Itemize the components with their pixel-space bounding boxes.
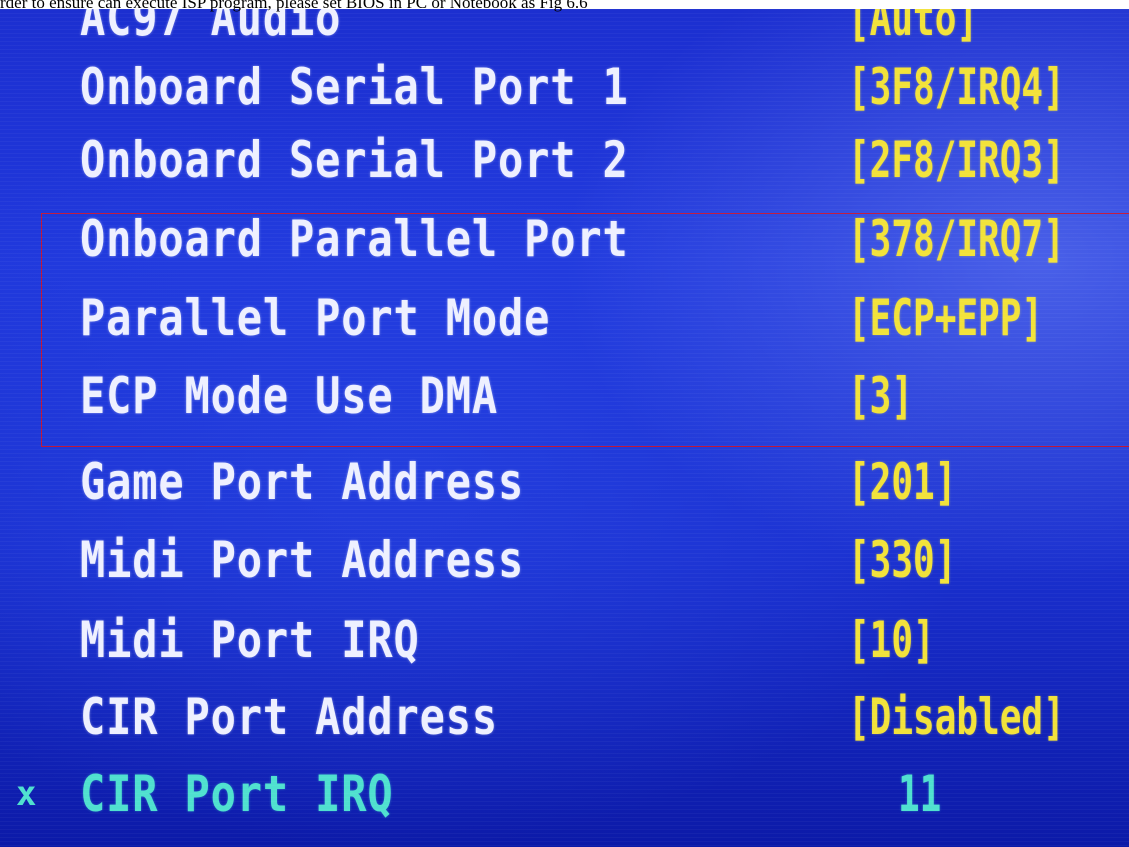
setting-row-ac97-audio[interactable]: AC97 Audio [Auto] [0, 9, 1129, 53]
setting-label: Onboard Serial Port 1 [80, 58, 629, 116]
figure-caption: rder to ensure can execute ISP program, … [0, 0, 588, 12]
setting-row-onboard-parallel-port[interactable]: Onboard Parallel Port [378/IRQ7] [0, 204, 1129, 274]
setting-value[interactable]: [Auto] [848, 9, 978, 53]
setting-label: Onboard Serial Port 2 [80, 131, 629, 189]
setting-row-midi-port-address[interactable]: Midi Port Address [330] [0, 525, 1129, 595]
setting-label: Onboard Parallel Port [80, 210, 629, 268]
setting-value[interactable]: [3F8/IRQ4] [848, 52, 1065, 122]
setting-label: Game Port Address [80, 453, 525, 511]
setting-value[interactable]: [10] [848, 605, 935, 675]
disabled-x-icon: x [16, 774, 37, 814]
setting-label: AC97 Audio [80, 9, 342, 47]
setting-row-parallel-port-mode[interactable]: Parallel Port Mode [ECP+EPP] [0, 283, 1129, 353]
setting-label: ECP Mode Use DMA [80, 367, 499, 425]
setting-value[interactable]: [ECP+EPP] [848, 283, 1043, 353]
setting-row-game-port-address[interactable]: Game Port Address [201] [0, 447, 1129, 517]
setting-row-onboard-serial-port-2[interactable]: Onboard Serial Port 2 [2F8/IRQ3] [0, 125, 1129, 195]
setting-label: Parallel Port Mode [80, 289, 551, 347]
setting-row-cir-port-address[interactable]: CIR Port Address [Disabled] [0, 682, 1129, 752]
setting-value[interactable]: [3] [848, 361, 913, 431]
setting-value[interactable]: [330] [848, 525, 956, 595]
setting-label: CIR Port IRQ [80, 765, 394, 823]
setting-value[interactable]: [2F8/IRQ3] [848, 125, 1065, 195]
setting-row-onboard-serial-port-1[interactable]: Onboard Serial Port 1 [3F8/IRQ4] [0, 52, 1129, 122]
setting-row-cir-port-irq: x CIR Port IRQ 11 [0, 759, 1129, 829]
setting-row-midi-port-irq[interactable]: Midi Port IRQ [10] [0, 605, 1129, 675]
bios-screen: AC97 Audio [Auto] Onboard Serial Port 1 … [0, 9, 1129, 847]
setting-label: CIR Port Address [80, 688, 499, 746]
setting-row-ecp-mode-use-dma[interactable]: ECP Mode Use DMA [3] [0, 361, 1129, 431]
setting-value: 11 [898, 765, 942, 823]
setting-value[interactable]: [201] [848, 447, 956, 517]
setting-value[interactable]: [Disabled] [848, 682, 1065, 752]
setting-value[interactable]: [378/IRQ7] [848, 204, 1065, 274]
setting-label: Midi Port Address [80, 531, 525, 589]
setting-label: Midi Port IRQ [80, 611, 420, 669]
